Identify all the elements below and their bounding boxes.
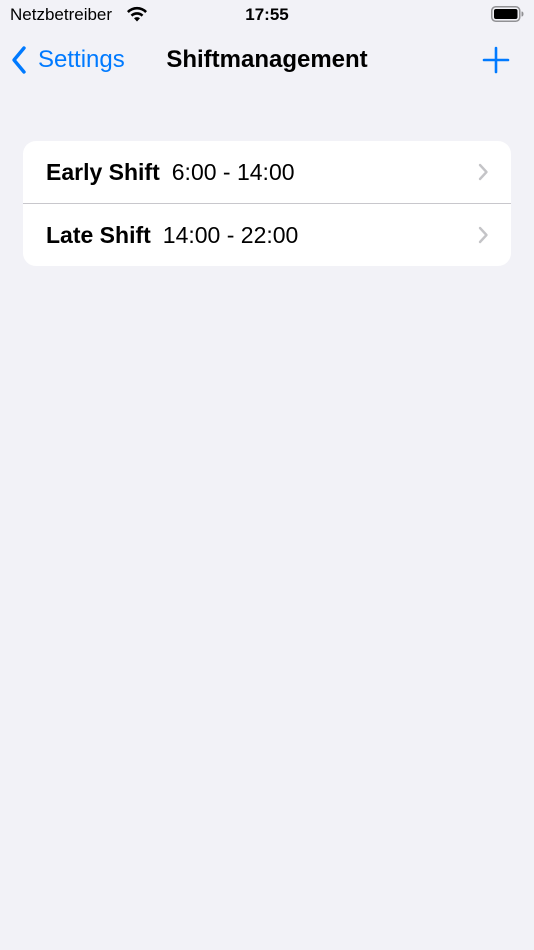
shift-time: 6:00 - 14:00 [171, 158, 295, 185]
navigation-bar: Settings Shiftmanagement [0, 30, 534, 90]
shift-time: 14:00 - 22:00 [162, 221, 299, 248]
clock-time: 17:55 [245, 5, 289, 24]
shift-name: Early Shift [46, 158, 160, 185]
shift-list: Early Shift 6:00 - 14:00 Late Shift 14:0… [23, 141, 511, 266]
list-item-late-shift[interactable]: Late Shift 14:00 - 22:00 [23, 203, 511, 266]
chevron-right-icon [478, 163, 488, 181]
chevron-right-icon [478, 226, 488, 244]
list-item-early-shift[interactable]: Early Shift 6:00 - 14:00 [23, 141, 511, 203]
shift-name: Late Shift [46, 221, 151, 248]
plus-icon[interactable] [482, 46, 510, 74]
status-bar: Netzbetreiber 17:55 [0, 0, 534, 30]
battery-icon [491, 6, 524, 22]
page-title: Shiftmanagement [166, 46, 368, 73]
